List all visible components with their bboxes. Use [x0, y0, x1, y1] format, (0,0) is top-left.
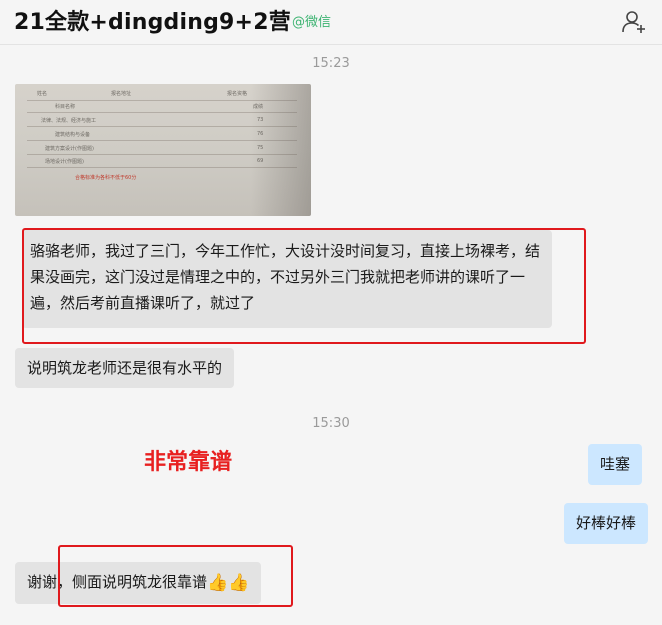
image-header-label: 报名资格: [227, 91, 248, 97]
message-bubble-incoming[interactable]: 谢谢，侧面说明筑龙很靠谱👍👍: [15, 562, 262, 604]
add-member-icon[interactable]: [620, 8, 648, 36]
message-bubble-incoming[interactable]: 骆骆老师，我过了三门，今年工作忙，大设计没时间复习，直接上场裸考，结果没画完，这…: [22, 230, 552, 328]
image-row-label: 法律、法规、经济与施工: [41, 118, 97, 124]
timestamp: 15:23: [312, 56, 350, 71]
image-header-label: 姓名: [37, 91, 48, 97]
image-message-score-report[interactable]: 姓名 报名地址 报名资格 科目名称 成绩 法律、法规、经济与施工 73 建筑结构…: [15, 84, 311, 216]
message-bubble-outgoing[interactable]: 哇塞: [588, 444, 643, 485]
message-bubble-incoming[interactable]: 说明筑龙老师还是很有水平的: [15, 348, 235, 388]
message-bubble-outgoing[interactable]: 好棒好棒: [564, 503, 649, 544]
chat-window: 21全款+dingding9+2营 @微信 15:23 姓名 报名地址 报名资格…: [0, 0, 662, 625]
chat-title: 21全款+dingding9+2营: [14, 10, 291, 35]
image-header-label: 报名地址: [111, 91, 132, 97]
image-row-label: 场地设计(作图题): [45, 159, 84, 165]
chat-header: 21全款+dingding9+2营 @微信: [0, 0, 662, 45]
timestamp: 15:30: [312, 416, 350, 431]
thumbs-up-icon: 👍👍: [207, 572, 250, 593]
wechat-source-tag: @微信: [292, 15, 332, 30]
message-text: 谢谢，侧面说明筑龙很靠谱: [27, 573, 208, 591]
red-annotation: 非常靠谱: [144, 450, 233, 475]
image-row-label: 建筑方案设计(作图题): [45, 146, 94, 152]
image-note: 合格标准为各科不低于60分: [75, 175, 137, 181]
image-row-label: 建筑结构与设备: [55, 132, 91, 138]
image-row-label: 科目名称: [55, 104, 76, 110]
